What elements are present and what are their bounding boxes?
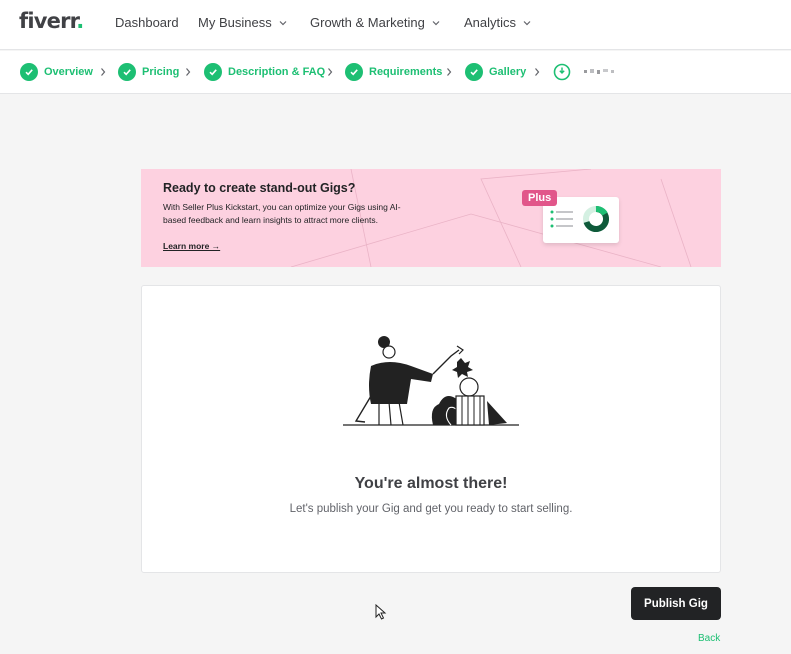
nav-analytics[interactable]: Analytics — [464, 15, 532, 30]
nav-my-business-label: My Business — [198, 15, 272, 30]
step-gallery-label: Gallery — [489, 66, 527, 78]
check-circle-icon — [204, 63, 222, 81]
check-circle-icon — [118, 63, 136, 81]
publish-gig-button[interactable]: Publish Gig — [631, 587, 721, 620]
top-navigation: fiverr. Dashboard My Business Growth & M… — [0, 0, 791, 50]
step-description-faq[interactable]: Description & FAQ — [204, 63, 325, 81]
nav-dashboard-label: Dashboard — [115, 15, 179, 30]
publish-card: You're almost there! Let's publish your … — [141, 285, 721, 573]
nav-growth-marketing[interactable]: Growth & Marketing — [310, 15, 441, 30]
nav-my-business[interactable]: My Business — [198, 15, 288, 30]
chevron-down-icon — [432, 20, 440, 25]
step-requirements[interactable]: Requirements — [345, 63, 442, 81]
step-overview[interactable]: Overview — [20, 63, 93, 81]
chevron-right-icon — [186, 68, 191, 76]
check-circle-icon — [345, 63, 363, 81]
publish-step-icon — [553, 63, 571, 81]
step-requirements-label: Requirements — [369, 66, 443, 78]
chevron-right-icon — [447, 68, 452, 76]
mouse-pointer-icon — [375, 604, 387, 620]
nav-dashboard[interactable]: Dashboard — [115, 15, 179, 30]
gig-steps-breadcrumb: Overview Pricing Description & FAQ Requi… — [0, 51, 791, 94]
chevron-down-icon — [279, 20, 287, 25]
check-circle-icon — [20, 63, 38, 81]
nav-analytics-label: Analytics — [464, 15, 517, 30]
seller-plus-banner: Ready to create stand-out Gigs? With Sel… — [141, 169, 721, 267]
check-circle-icon — [465, 63, 483, 81]
banner-title: Ready to create stand-out Gigs? — [163, 181, 356, 195]
almost-there-heading: You're almost there! — [354, 475, 508, 492]
plus-badge: Plus — [522, 190, 558, 206]
almost-there-subtitle: Let's publish your Gig and get you ready… — [289, 503, 573, 515]
step-description-faq-label: Description & FAQ — [228, 66, 326, 78]
chevron-right-icon — [535, 68, 540, 76]
step-label-dots — [584, 69, 614, 74]
fiverr-logo[interactable]: fiverr. — [19, 9, 84, 33]
nav-growth-marketing-label: Growth & Marketing — [310, 15, 425, 30]
chevron-right-icon — [328, 68, 333, 76]
step-overview-label: Overview — [44, 66, 93, 78]
step-publish[interactable] — [553, 63, 617, 81]
back-link[interactable]: Back — [698, 633, 720, 644]
learn-more-link[interactable]: Learn more → — [163, 241, 220, 251]
person-stacking-shapes-illustration — [343, 336, 519, 426]
step-pricing-label: Pricing — [142, 66, 180, 78]
chevron-down-icon — [523, 20, 531, 25]
step-pricing[interactable]: Pricing — [118, 63, 179, 81]
step-gallery[interactable]: Gallery — [465, 63, 526, 81]
banner-body: With Seller Plus Kickstart, you can opti… — [163, 202, 401, 225]
chevron-right-icon — [101, 68, 106, 76]
